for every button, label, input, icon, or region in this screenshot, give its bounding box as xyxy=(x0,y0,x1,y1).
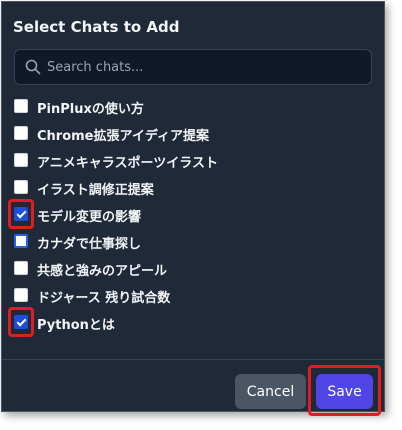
checkbox[interactable] xyxy=(14,126,28,140)
chat-list-item[interactable]: ドジャース 残り試合数 xyxy=(10,283,370,309)
chat-label: Chrome拡張アイディア提案 xyxy=(37,129,209,144)
chat-list-item[interactable]: モデル変更の影響 xyxy=(10,202,370,228)
search-icon xyxy=(25,59,41,75)
search-input[interactable] xyxy=(47,50,365,84)
dialog-footer: Cancel Save xyxy=(2,359,384,416)
chat-label: モデル変更の影響 xyxy=(37,210,142,225)
chat-label: カナダで仕事探し xyxy=(37,237,142,252)
checkbox[interactable] xyxy=(14,153,28,167)
dialog-title: Select Chats to Add xyxy=(13,18,180,36)
checkbox-checked[interactable] xyxy=(14,207,28,221)
chat-list-item[interactable]: Chrome拡張アイディア提案 xyxy=(10,121,370,147)
save-button[interactable]: Save xyxy=(316,374,373,409)
search-box[interactable] xyxy=(14,49,372,85)
chat-list-item[interactable]: PinPluxの使い方 xyxy=(10,94,370,120)
checkbox-checked[interactable] xyxy=(14,315,28,329)
checkbox[interactable] xyxy=(14,261,28,275)
chat-label: PinPluxの使い方 xyxy=(37,102,144,117)
chat-list-item[interactable]: アニメキャラスポーツイラスト xyxy=(10,148,370,174)
checkbox[interactable] xyxy=(14,234,28,248)
chat-label: ドジャース 残り試合数 xyxy=(37,291,171,306)
checkbox[interactable] xyxy=(14,99,28,113)
chat-list-item[interactable]: 共感と強みのアピール xyxy=(10,256,370,282)
checkbox[interactable] xyxy=(14,288,28,302)
chat-list-item[interactable]: Pythonとは xyxy=(10,310,370,336)
select-chats-dialog: Select Chats to Add PinPluxの使い方 Chrome拡張ア… xyxy=(1,1,385,416)
chat-list-item[interactable]: イラスト調修正提案 xyxy=(10,175,370,201)
chat-label: 共感と強みのアピール xyxy=(37,264,168,279)
cancel-button[interactable]: Cancel xyxy=(235,374,306,409)
chat-label: Pythonとは xyxy=(37,318,115,333)
checkbox[interactable] xyxy=(14,180,28,194)
chat-label: イラスト調修正提案 xyxy=(37,183,154,198)
chat-label: アニメキャラスポーツイラスト xyxy=(37,156,218,171)
chat-list-item[interactable]: カナダで仕事探し xyxy=(10,229,370,255)
